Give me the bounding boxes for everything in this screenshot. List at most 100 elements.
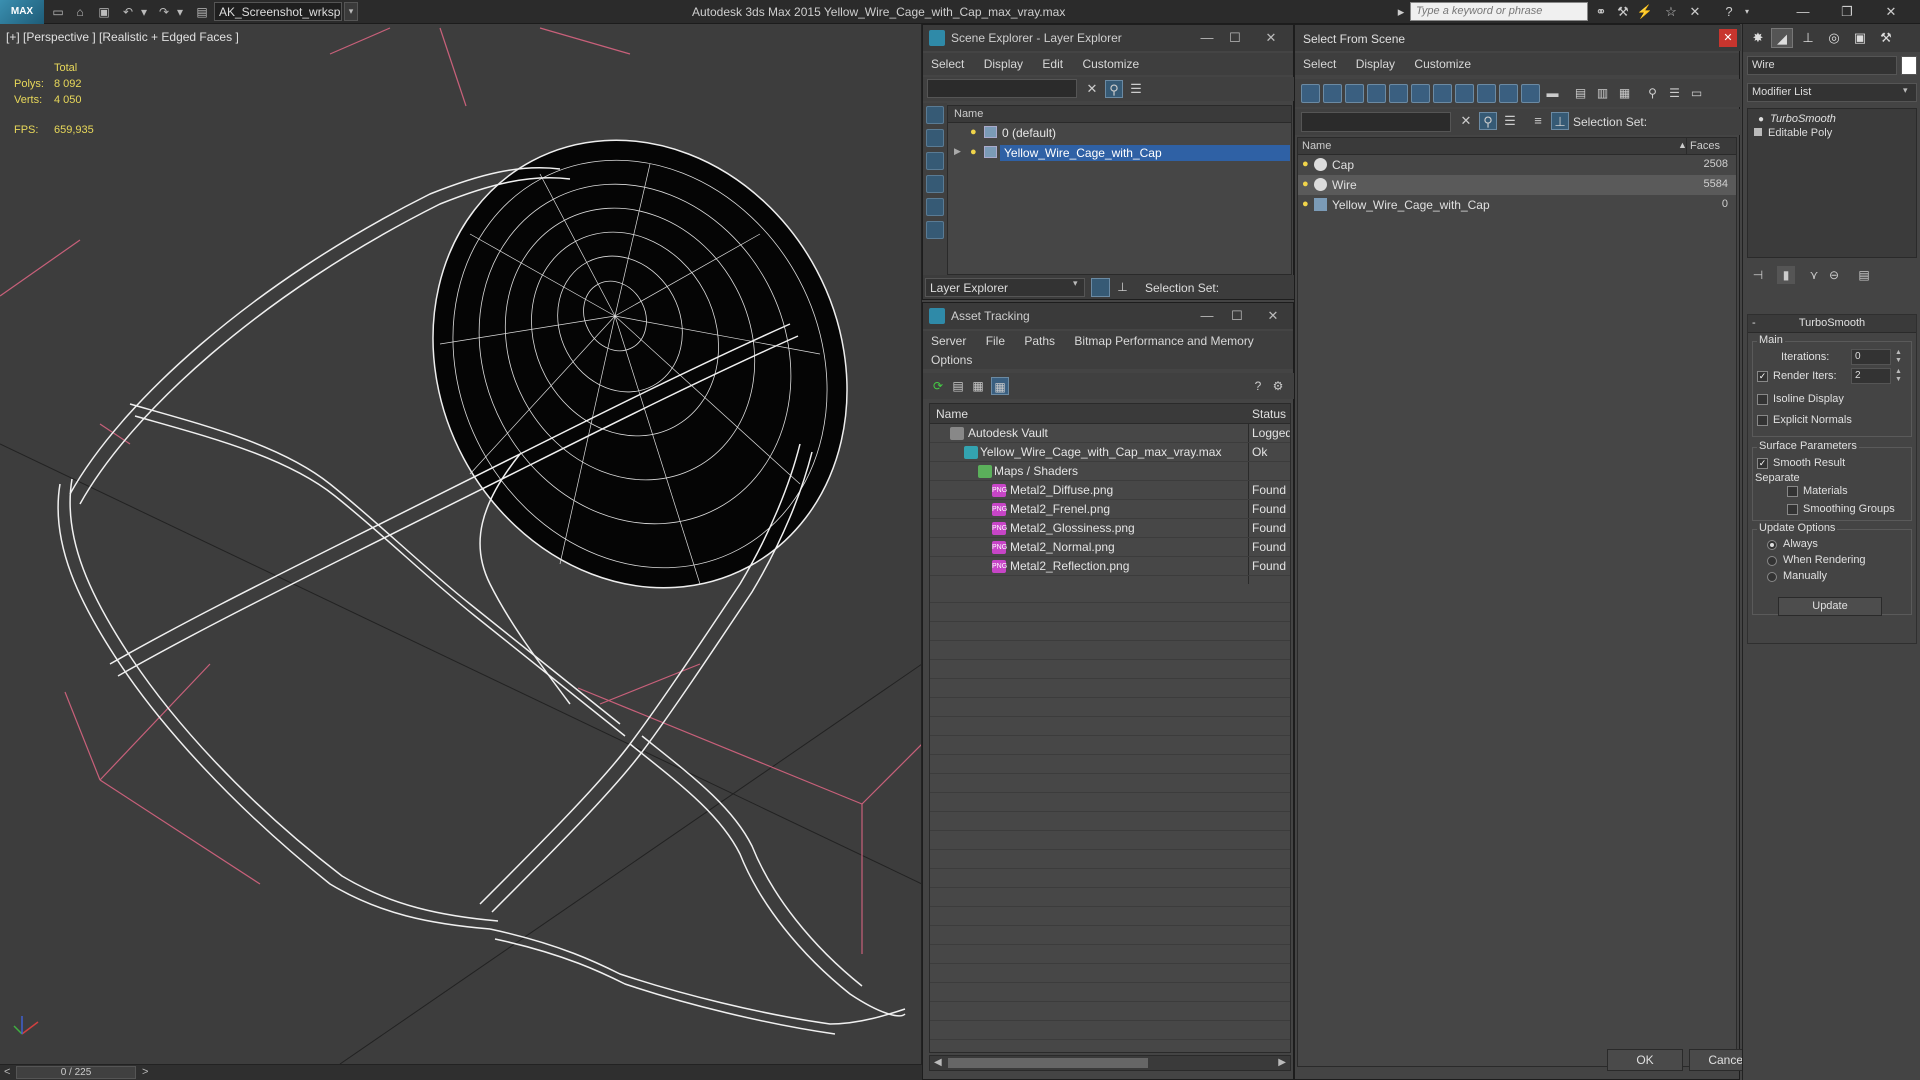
explorer-type-select[interactable]: Layer Explorer — [925, 278, 1085, 297]
table-row[interactable]: Maps / Shaders — [930, 462, 1290, 481]
time-slider-next-button[interactable]: > — [142, 1066, 148, 1078]
communication-icon[interactable]: ⚡ — [1636, 3, 1654, 21]
search-arrow-icon[interactable]: ▸ — [1392, 3, 1410, 21]
asset-tracking-minimize-button[interactable]: — — [1197, 306, 1217, 326]
layer-row[interactable]: ▶ ● Yellow_Wire_Cage_with_Cap — [948, 143, 1291, 163]
time-slider[interactable]: < 0 / 225 > — [0, 1064, 922, 1080]
layer-visibility-icon[interactable]: ● — [970, 126, 980, 138]
remove-modifier-icon[interactable]: ⊖ — [1825, 266, 1843, 284]
save-icon[interactable]: ▣ — [96, 4, 112, 20]
exchange-icon[interactable]: ✕ — [1686, 3, 1704, 21]
configure-sets-icon[interactable]: ▤ — [1855, 266, 1873, 284]
hierarchy-icon[interactable]: ⊥ — [1551, 112, 1569, 130]
table-row[interactable]: Autodesk Vault Logged — [930, 424, 1290, 443]
always-radio[interactable] — [1767, 540, 1777, 550]
frozen-filter-icon[interactable] — [1521, 84, 1540, 103]
column-divider[interactable] — [1686, 138, 1687, 155]
find-icon[interactable]: ⚲ — [1643, 84, 1662, 103]
select-all-icon[interactable]: ▤ — [1571, 84, 1590, 103]
display-tab-icon[interactable]: ▣ — [1849, 28, 1871, 48]
spacewarps-filter-icon[interactable] — [1411, 84, 1430, 103]
utilities-tab-icon[interactable]: ⚒ — [1875, 28, 1897, 48]
smoothing-groups-checkbox[interactable] — [1787, 504, 1798, 515]
expand-icon[interactable] — [1754, 128, 1762, 136]
display-geometry-icon[interactable] — [926, 106, 944, 124]
workspace-dropdown-icon[interactable]: ▾ — [344, 2, 358, 21]
sort-by-hierarchy-icon[interactable]: ⊥ — [1113, 278, 1132, 297]
open-file-icon[interactable]: ⌂ — [72, 4, 88, 20]
time-slider-prev-button[interactable]: < — [4, 1066, 10, 1078]
manually-radio[interactable] — [1767, 572, 1777, 582]
update-button[interactable]: Update — [1778, 597, 1882, 616]
refresh-icon[interactable]: ⟳ — [929, 377, 947, 395]
xrefs-filter-icon[interactable] — [1455, 84, 1474, 103]
clear-find-icon[interactable]: ✕ — [1083, 80, 1101, 98]
asset-tracking-maximize-button[interactable]: ☐ — [1227, 306, 1247, 326]
layer-tools-icon[interactable]: ☰ — [1127, 80, 1145, 98]
ok-button[interactable]: OK — [1607, 1049, 1683, 1071]
chevron-down-icon[interactable]: ▾ — [1073, 278, 1078, 289]
make-unique-icon[interactable]: ⋎ — [1805, 266, 1823, 284]
hidden-filter-icon[interactable]: ▬ — [1543, 84, 1562, 103]
list-item[interactable]: ● Yellow_Wire_Cage_with_Cap 0 — [1298, 195, 1736, 215]
list-item[interactable]: ● Cap 2508 — [1298, 155, 1736, 175]
undo-icon[interactable]: ↶ — [120, 4, 136, 20]
menu-display[interactable]: Display — [976, 53, 1031, 75]
menu-file[interactable]: File — [978, 331, 1013, 351]
help-icon[interactable]: ? — [1720, 3, 1738, 21]
render-iters-spinner[interactable]: 2 — [1851, 368, 1891, 384]
scroll-thumb[interactable] — [948, 1058, 1148, 1068]
expand-arrow-icon[interactable]: ▶ — [954, 146, 961, 157]
horizontal-scrollbar[interactable]: ◀ ▶ — [929, 1055, 1291, 1071]
list-view-icon[interactable]: ▤ — [949, 377, 967, 395]
layer-visibility-icon[interactable]: ● — [970, 146, 980, 158]
scene-explorer-minimize-button[interactable]: — — [1197, 28, 1217, 48]
settings-icon[interactable]: ⚙ — [1269, 377, 1287, 395]
menu-select[interactable]: Select — [923, 53, 972, 75]
display-helpers-icon[interactable] — [926, 198, 944, 216]
select-from-scene-close-button[interactable]: ✕ — [1719, 29, 1737, 47]
close-button[interactable]: ✕ — [1870, 0, 1912, 24]
visibility-bulb-icon[interactable]: ● — [1302, 178, 1309, 190]
thumbnail-view-icon[interactable]: ▦ — [969, 377, 987, 395]
filter-icon[interactable]: ⚲ — [1479, 112, 1497, 130]
menu-edit[interactable]: Edit — [1034, 53, 1071, 75]
isoline-display-checkbox[interactable] — [1757, 394, 1768, 405]
spinner-arrows-icon[interactable]: ▲ ▼ — [1895, 368, 1903, 384]
geometry-filter-icon[interactable] — [1301, 84, 1320, 103]
select-from-scene-title[interactable]: Select From Scene — [1295, 25, 1741, 51]
helpers-filter-icon[interactable] — [1389, 84, 1408, 103]
hierarchy-tab-icon[interactable]: ⊥ — [1797, 28, 1819, 48]
layer-icon[interactable]: ☰ — [1501, 112, 1519, 130]
invert-selection-icon[interactable]: ▦ — [1615, 84, 1634, 103]
modifier-toggle-icon[interactable]: ● — [1758, 114, 1764, 125]
groups-filter-icon[interactable] — [1433, 84, 1452, 103]
layer-name[interactable]: 0 (default) — [1002, 126, 1056, 140]
create-tab-icon[interactable]: ✸ — [1747, 28, 1769, 48]
layers-icon[interactable]: ≡ — [1529, 112, 1547, 130]
clear-find-icon[interactable]: ✕ — [1457, 112, 1475, 130]
select-none-icon[interactable]: ▥ — [1593, 84, 1612, 103]
redo-icon[interactable]: ↷ — [156, 4, 172, 20]
when-rendering-radio[interactable] — [1767, 556, 1777, 566]
turbosmooth-rollout-header[interactable]: - TurboSmooth — [1748, 315, 1916, 333]
smooth-result-checkbox[interactable]: ✓ — [1757, 458, 1768, 469]
shapes-filter-icon[interactable] — [1323, 84, 1342, 103]
project-folder-icon[interactable]: ▤ — [194, 4, 210, 20]
display-all-icon[interactable] — [926, 221, 944, 239]
modify-tab-icon[interactable]: ◢ — [1771, 28, 1793, 48]
restore-button[interactable]: ❐ — [1826, 0, 1868, 24]
scene-explorer-close-button[interactable]: ✕ — [1261, 28, 1281, 48]
scroll-left-icon[interactable]: ◀ — [934, 1057, 942, 1068]
app-logo[interactable]: MAX — [0, 0, 44, 24]
menu-select[interactable]: Select — [1295, 53, 1344, 75]
modifier-list-select[interactable]: Modifier List — [1747, 83, 1917, 102]
spinner-arrows-icon[interactable]: ▲ ▼ — [1895, 349, 1903, 365]
render-iters-checkbox[interactable]: ✓ — [1757, 371, 1768, 382]
bones-filter-icon[interactable] — [1477, 84, 1496, 103]
new-file-icon[interactable]: ▭ — [50, 4, 66, 20]
find-input[interactable] — [1301, 112, 1451, 132]
help-icon[interactable]: ? — [1249, 377, 1267, 395]
table-view-icon[interactable]: ▦ — [991, 377, 1009, 395]
object-color-swatch[interactable] — [1901, 56, 1917, 75]
